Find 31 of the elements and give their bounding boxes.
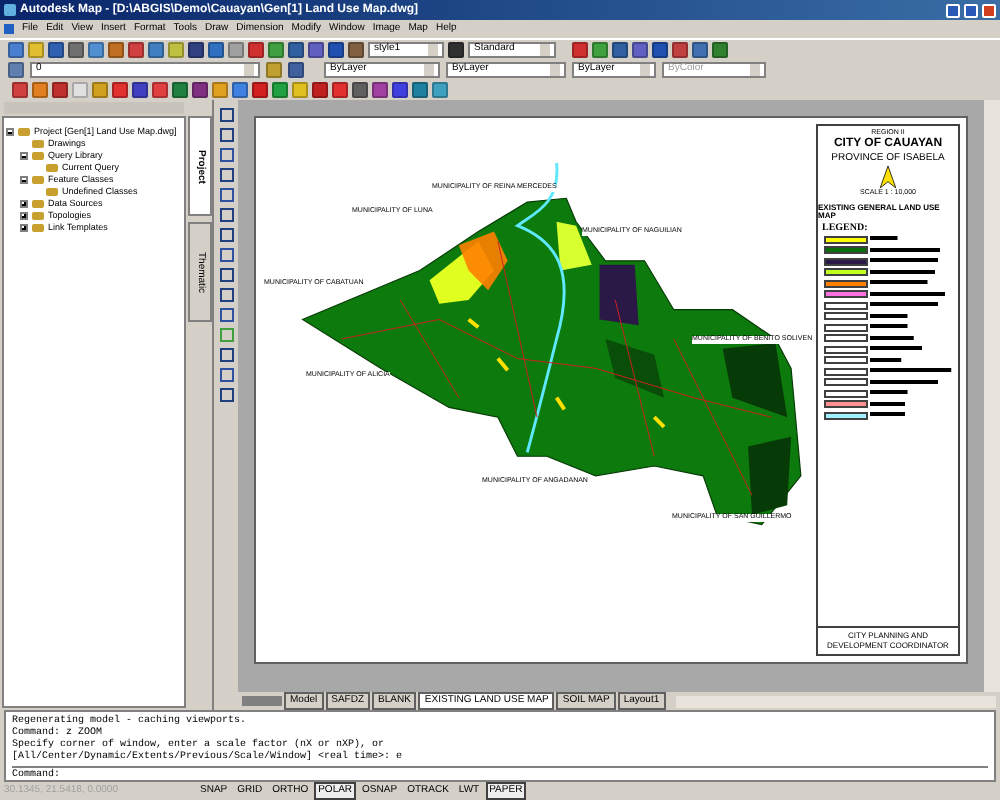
maximize-button[interactable] <box>964 3 978 17</box>
expand-icon[interactable] <box>20 200 28 208</box>
legend-bar <box>870 346 923 353</box>
legend-bar <box>870 291 945 298</box>
legend-bar <box>870 302 939 309</box>
legend-bar <box>870 269 935 276</box>
legend-bar <box>870 324 908 331</box>
expand-icon[interactable] <box>20 224 28 232</box>
legend-bar <box>870 247 940 254</box>
vertical-scrollbar[interactable] <box>984 100 1000 692</box>
legend-bar <box>870 390 908 397</box>
collapse-icon[interactable] <box>20 176 28 184</box>
legend-bar <box>870 258 939 265</box>
horizontal-scrollbar[interactable] <box>675 695 996 707</box>
app-icon <box>4 4 16 16</box>
expand-icon[interactable] <box>20 212 28 220</box>
collapse-icon[interactable] <box>6 128 14 136</box>
minimize-button[interactable] <box>946 3 960 17</box>
legend-bar <box>870 280 928 287</box>
legend-bar <box>870 357 902 364</box>
legend-bar <box>870 313 908 320</box>
legend-bar <box>870 335 914 342</box>
legend-bar <box>870 401 905 408</box>
legend-bar <box>870 379 939 386</box>
collapse-icon[interactable] <box>20 152 28 160</box>
close-button[interactable] <box>982 3 996 17</box>
north-arrow-icon <box>880 166 896 189</box>
legend-bar <box>870 368 952 375</box>
legend-bar <box>870 236 898 243</box>
toolbar-icon[interactable] <box>448 41 464 57</box>
legend-bar <box>870 412 905 419</box>
